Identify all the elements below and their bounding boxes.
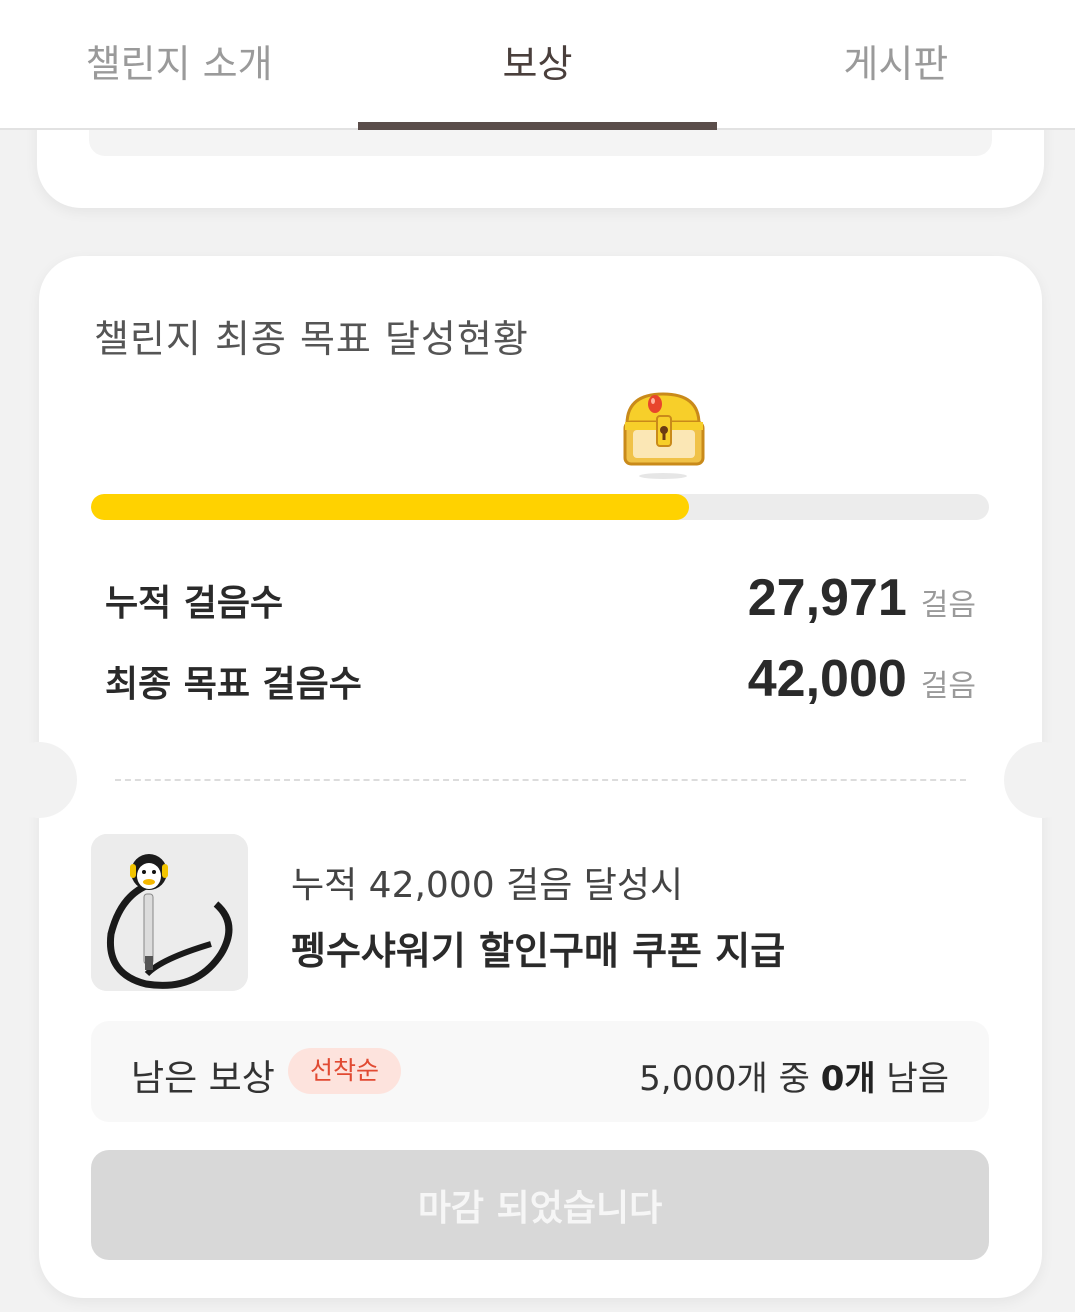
- tab-bar: 챌린지 소개 보상 게시판: [0, 0, 1075, 130]
- remaining-suffix: 남음: [875, 1059, 949, 1099]
- goal-steps-label: 최종 목표 걸음수: [105, 664, 362, 705]
- progress-fill: [91, 494, 690, 520]
- previous-card-strip: [89, 130, 992, 156]
- reward-product-image: [91, 834, 248, 991]
- ticket-notch-left: [1, 742, 77, 818]
- remaining-rewards-label: 남은 보상: [131, 1058, 275, 1099]
- treasure-chest-icon: [623, 392, 705, 479]
- dashed-divider: [115, 779, 966, 781]
- ticket-notch-right: [1004, 742, 1075, 818]
- tab-board[interactable]: 게시판: [717, 0, 1075, 128]
- reward-title: 펭수샤워기 할인구매 쿠폰 지급: [291, 929, 786, 973]
- remaining-rewards-box: 남은 보상 선착순 5,000개 중 0개 남음: [91, 1021, 989, 1122]
- accumulated-steps-row: 누적 걸음수 27,971 걸음: [105, 568, 976, 628]
- goal-steps-unit: 걸음: [920, 669, 976, 704]
- card-title: 챌린지 최종 목표 달성현황: [94, 317, 529, 361]
- tab-challenge-intro[interactable]: 챌린지 소개: [0, 0, 358, 128]
- accumulated-steps-label: 누적 걸음수: [105, 583, 284, 624]
- goal-steps-value: 42,000: [747, 650, 907, 708]
- accumulated-steps-unit: 걸음: [920, 588, 976, 623]
- closed-button[interactable]: 마감 되었습니다: [91, 1150, 989, 1260]
- accumulated-steps-value: 27,971: [747, 569, 907, 627]
- goal-steps-row: 최종 목표 걸음수 42,000 걸음: [105, 649, 976, 709]
- remaining-number: 0개: [820, 1059, 876, 1099]
- progress-bar: [91, 494, 989, 520]
- reward-condition: 누적 42,000 걸음 달성시: [291, 865, 684, 906]
- tab-reward[interactable]: 보상: [358, 0, 717, 130]
- first-come-badge: 선착순: [288, 1048, 402, 1094]
- remaining-rewards-count: 5,000개 중 0개 남음: [639, 1051, 949, 1100]
- remaining-prefix: 5,000개 중: [639, 1059, 821, 1099]
- goal-progress-card: 챌린지 최종 목표 달성현황 누적 걸음수 27,971 걸음 최종 목표 걸음수…: [1, 256, 1075, 1298]
